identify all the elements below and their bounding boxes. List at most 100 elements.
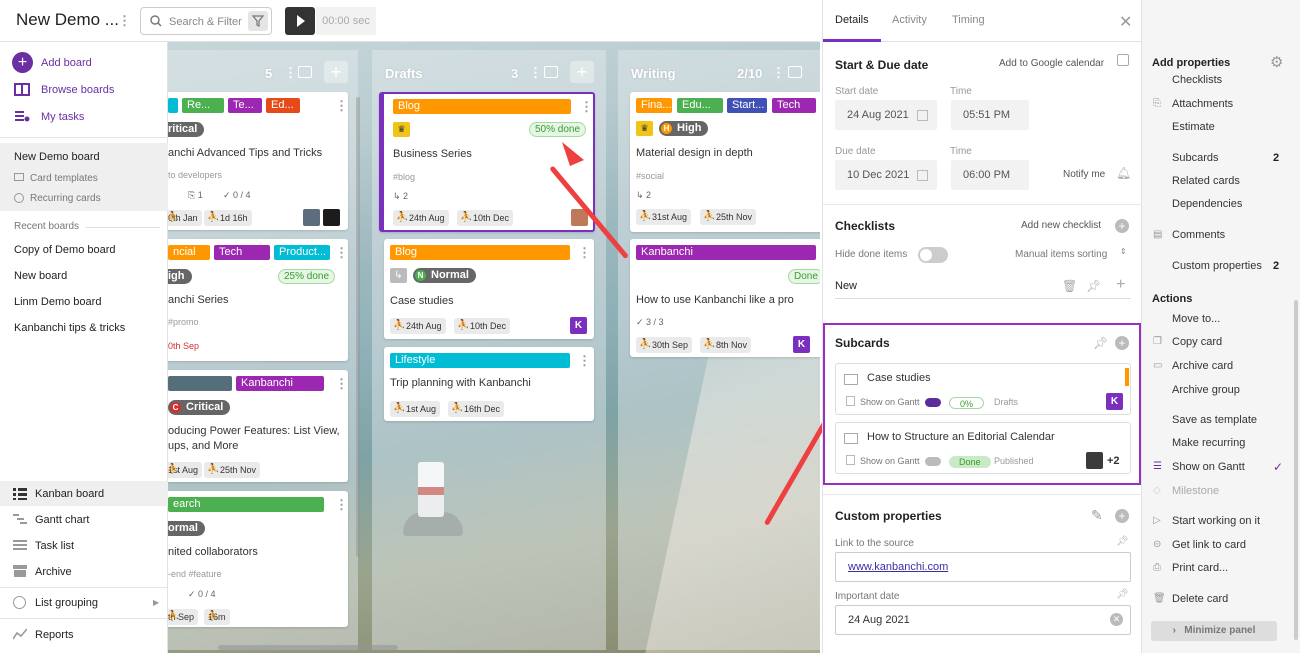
my-tasks-link[interactable]: My tasks (41, 111, 84, 123)
pin-icon[interactable]: 📌︎ (1116, 536, 1129, 547)
pin-icon[interactable]: 📌︎ (1086, 279, 1101, 293)
add-checklist-link[interactable]: Add new checklist (1021, 220, 1101, 231)
show-on-gantt-toggle[interactable] (925, 457, 941, 466)
board-title[interactable]: New Demo ... (16, 10, 119, 30)
card-menu-icon[interactable]: ⋮ (335, 99, 348, 112)
prop-related-cards[interactable]: Related cards (1172, 175, 1240, 187)
view-task-list[interactable]: Task list (35, 540, 74, 552)
action-archive-card[interactable]: Archive card (1172, 360, 1233, 372)
card-menu-icon[interactable]: ⋮ (578, 354, 591, 367)
tab-timing[interactable]: Timing (952, 14, 985, 26)
add-subcard-icon[interactable]: + (1115, 336, 1129, 350)
recent-board-link[interactable]: Linm Demo board (14, 296, 101, 308)
prop-checklists[interactable]: Checklists (1172, 74, 1222, 86)
column-view-icon[interactable] (788, 66, 802, 78)
filter-icon[interactable] (248, 11, 268, 31)
view-gantt[interactable]: Gantt chart (35, 514, 89, 526)
card-menu-icon[interactable]: ⋮ (335, 246, 348, 259)
sorting-select[interactable]: Manual items sorting (1015, 249, 1107, 260)
recent-board-link[interactable]: New board (14, 270, 67, 282)
recurring-cards-link[interactable]: Recurring cards (30, 193, 101, 204)
add-card-button[interactable]: + (324, 61, 348, 83)
recent-board-link[interactable]: Copy of Demo board (14, 244, 116, 256)
card[interactable]: Blog ⋮ ↳ N Normal Case studies 24th Aug 1… (384, 239, 594, 339)
current-board-link[interactable]: New Demo board (14, 151, 100, 163)
action-make-recurring[interactable]: Make recurring (1172, 437, 1245, 449)
prop-comments[interactable]: Comments (1172, 229, 1225, 241)
calendar-icon[interactable] (1117, 54, 1129, 66)
add-google-calendar-link[interactable]: Add to Google calendar (999, 58, 1104, 69)
view-archive[interactable]: Archive (35, 566, 72, 578)
action-archive-group[interactable]: Archive group (1172, 384, 1240, 396)
card[interactable]: Kanbanchi ⋮ C Critical oducing Power Feat… (168, 370, 348, 482)
bell-icon[interactable]: 🔔︎ (1116, 166, 1131, 180)
action-delete-card[interactable]: Delete card (1172, 593, 1228, 605)
action-milestone[interactable]: Milestone (1172, 485, 1219, 497)
prop-subcards[interactable]: Subcards (1172, 152, 1218, 164)
card[interactable]: Kanbanchi Done How to use Kanbanchi like… (630, 239, 820, 357)
due-time-field[interactable]: 06:00 PM (951, 160, 1029, 190)
card[interactable]: Re... Te... Ed... ⋮ ritical anchi Advanc… (168, 92, 348, 230)
card[interactable]: earch ⋮ ormal nited collaborators -end #… (168, 491, 348, 627)
add-property-icon[interactable]: + (1115, 509, 1129, 523)
link-value[interactable]: www.kanbanchi.com (848, 561, 948, 573)
pin-icon[interactable]: 📌︎ (1093, 336, 1108, 350)
timer-play-button[interactable] (285, 7, 315, 35)
card[interactable]: Fina... Edu... Start... Tech ♛ H High Mat… (630, 92, 820, 232)
pin-icon[interactable]: 📌︎ (1116, 589, 1129, 600)
search-filter-input[interactable]: Search & Filter (140, 7, 272, 35)
action-move-to[interactable]: Move to... (1172, 313, 1220, 325)
card-menu-icon[interactable]: ⋮ (578, 246, 591, 259)
prop-custom-properties[interactable]: Custom properties (1172, 260, 1262, 272)
card-templates-link[interactable]: Card templates (30, 173, 98, 184)
action-start-working[interactable]: Start working on it (1172, 515, 1260, 527)
card-menu-icon[interactable]: ⋮ (580, 100, 593, 113)
tab-activity[interactable]: Activity (892, 14, 927, 26)
add-item-icon[interactable]: + (1116, 276, 1125, 294)
browse-boards-link[interactable]: Browse boards (41, 84, 114, 96)
column-menu-icon[interactable]: ⋮ (529, 66, 542, 79)
action-save-template[interactable]: Save as template (1172, 414, 1257, 426)
list-grouping-link[interactable]: List grouping (35, 597, 98, 609)
close-icon[interactable]: ✕ (1119, 12, 1132, 32)
add-board-link[interactable]: Add board (41, 57, 92, 69)
board-menu-icon[interactable]: ⋮ (118, 14, 131, 27)
card-menu-icon[interactable]: ⋮ (335, 377, 348, 390)
add-card-button[interactable]: + (570, 61, 594, 83)
subcard-item[interactable]: How to Structure an Editorial Calendar S… (835, 422, 1131, 474)
card[interactable]: Lifestyle ⋮ Trip planning with Kanbanchi… (384, 347, 594, 421)
start-time-field[interactable]: 05:51 PM (951, 100, 1029, 130)
card[interactable]: ncial Tech Product... ⋮ igh 25% done anc… (168, 239, 348, 361)
horizontal-scrollbar[interactable] (218, 645, 398, 650)
important-date-field[interactable]: 24 Aug 2021 (835, 605, 1131, 635)
action-get-link[interactable]: Get link to card (1172, 539, 1246, 551)
column-menu-icon[interactable]: ⋮ (772, 66, 785, 79)
card-menu-icon[interactable]: ⋮ (335, 498, 348, 511)
reports-link[interactable]: Reports (35, 629, 74, 641)
link-field[interactable]: www.kanbanchi.com (835, 552, 1131, 582)
column-view-icon[interactable] (298, 66, 312, 78)
prop-attachments[interactable]: Attachments (1172, 98, 1233, 110)
gear-icon[interactable]: ⚙ (1270, 53, 1283, 71)
add-checklist-icon[interactable]: + (1115, 219, 1129, 233)
action-print-card[interactable]: Print card... (1172, 562, 1228, 574)
delete-icon[interactable]: 🗑︎ (1062, 279, 1077, 293)
subcard-item[interactable]: Case studies Show on Gantt 0% Drafts K (835, 363, 1131, 415)
action-show-on-gantt[interactable]: Show on Gantt (1172, 461, 1245, 473)
recent-board-link[interactable]: Kanbanchi tips & tricks (14, 322, 125, 334)
edit-icon[interactable]: ✎ (1091, 507, 1103, 524)
view-kanban[interactable]: Kanban board (35, 488, 104, 500)
clear-icon[interactable]: ✕ (1110, 613, 1123, 626)
prop-estimate[interactable]: Estimate (1172, 121, 1215, 133)
prop-dependencies[interactable]: Dependencies (1172, 198, 1242, 210)
panel-scrollbar[interactable] (1294, 300, 1298, 640)
minimize-panel-button[interactable]: › Minimize panel (1151, 621, 1277, 641)
column-scrollbar[interactable] (356, 97, 360, 557)
add-icon[interactable]: + (12, 52, 33, 73)
column-view-icon[interactable] (544, 66, 558, 78)
column-menu-icon[interactable]: ⋮ (284, 66, 297, 79)
notify-me-link[interactable]: Notify me (1063, 169, 1105, 180)
show-on-gantt-toggle[interactable] (925, 398, 941, 407)
tab-details[interactable]: Details (835, 14, 869, 26)
hide-done-toggle[interactable] (918, 247, 948, 263)
